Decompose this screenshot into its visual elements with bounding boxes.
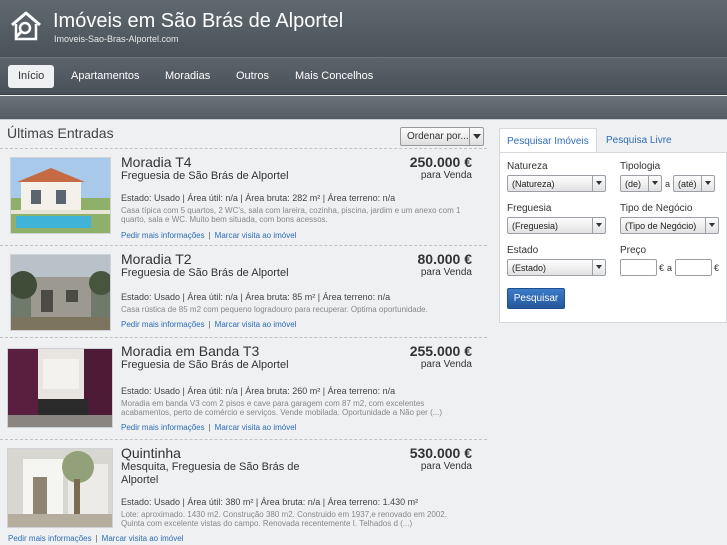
price-max-currency: € bbox=[714, 263, 720, 273]
site-title[interactable]: Imóveis em São Brás de Alportel bbox=[53, 10, 343, 33]
natureza-label: Natureza bbox=[507, 161, 548, 172]
listing-price: 530.000 € bbox=[409, 445, 472, 461]
price-min-currency: € bbox=[659, 263, 665, 273]
tipologia-to-select[interactable]: (até) bbox=[673, 175, 715, 192]
listing-parish: Mesquita, Freguesia de São Brás de Alpor… bbox=[121, 461, 300, 486]
listing-links: Pedir mais informações | Marcar visita ao … bbox=[121, 320, 296, 329]
header-band bbox=[0, 96, 727, 120]
tipologia-separator: a bbox=[665, 179, 671, 189]
listing-item: Quintinha Mesquita, Freguesia de São Brá… bbox=[0, 439, 487, 545]
tab-free-search[interactable]: Pesquisa Livre bbox=[599, 128, 679, 153]
listing-price: 250.000 € bbox=[409, 154, 472, 170]
house-search-icon[interactable] bbox=[8, 8, 44, 44]
chevron-down-icon bbox=[592, 218, 605, 233]
listing-title[interactable]: Quintinha bbox=[121, 445, 181, 461]
estado-select[interactable]: (Estado) bbox=[507, 259, 606, 276]
tipologia-label: Tipologia bbox=[620, 161, 661, 172]
chevron-down-icon bbox=[701, 176, 714, 191]
listing-deal-type: para Venda bbox=[420, 359, 472, 370]
search-panel: Pesquisar Imóveis Pesquisa Livre Naturez… bbox=[499, 128, 727, 323]
sort-dropdown[interactable]: Ordenar por... bbox=[400, 127, 484, 146]
listing-facts: Estado: Usado | Área útil: 380 m² | Área… bbox=[121, 497, 419, 507]
listing-parish: Freguesia de São Brás de Alportel bbox=[121, 170, 289, 182]
request-info-link[interactable]: Pedir mais informações bbox=[8, 534, 92, 543]
listing-links: Pedir mais informações | Marcar visita ao … bbox=[121, 231, 296, 240]
schedule-visit-link[interactable]: Marcar visita ao imóvel bbox=[215, 231, 297, 240]
site-domain: Imoveis-Sao-Bras-Alportel.com bbox=[54, 34, 179, 44]
listing-deal-type: para Venda bbox=[420, 461, 472, 472]
listing-parish: Freguesia de São Brás de Alportel bbox=[121, 359, 289, 371]
listing-title[interactable]: Moradia em Banda T3 bbox=[121, 343, 259, 359]
listing-facts: Estado: Usado | Área útil: n/a | Área br… bbox=[121, 193, 396, 203]
tipologia-from-select[interactable]: (de) bbox=[620, 175, 662, 192]
listing-links: Pedir mais informações | Marcar visita ao … bbox=[8, 534, 183, 543]
sort-label: Ordenar por... bbox=[407, 131, 469, 142]
chevron-down-icon bbox=[592, 176, 605, 191]
link-separator: | bbox=[208, 423, 211, 432]
listing-title[interactable]: Moradia T2 bbox=[121, 251, 192, 267]
request-info-link[interactable]: Pedir mais informações bbox=[121, 423, 205, 432]
link-separator: | bbox=[208, 320, 211, 329]
search-form: Natureza (Natureza) Tipologia (de) a (at… bbox=[499, 152, 727, 323]
schedule-visit-link[interactable]: Marcar visita ao imóvel bbox=[215, 320, 297, 329]
listing-title[interactable]: Moradia T4 bbox=[121, 154, 192, 170]
negocio-select[interactable]: (Tipo de Negócio) bbox=[620, 217, 719, 234]
listing-price: 80.000 € bbox=[417, 251, 473, 267]
tipologia-from-value: (de) bbox=[625, 179, 642, 189]
property-photo[interactable] bbox=[10, 157, 111, 234]
freguesia-value: (Freguesia) bbox=[512, 221, 559, 231]
estado-label: Estado bbox=[507, 245, 539, 256]
listing-item: Moradia T4 Freguesia de São Brás de Alpo… bbox=[0, 148, 487, 245]
listings-title: Últimas Entradas bbox=[7, 125, 114, 141]
preco-label: Preço bbox=[620, 245, 647, 256]
estado-value: (Estado) bbox=[512, 263, 547, 273]
request-info-link[interactable]: Pedir mais informações bbox=[121, 231, 205, 240]
listing-links: Pedir mais informações | Marcar visita ao … bbox=[121, 423, 296, 432]
listing-price: 255.000 € bbox=[409, 343, 472, 359]
search-button[interactable]: Pesquisar bbox=[507, 288, 565, 309]
schedule-visit-link[interactable]: Marcar visita ao imóvel bbox=[215, 423, 297, 432]
negocio-label: Tipo de Negócio bbox=[620, 203, 693, 214]
listing-item: Moradia em Banda T3 Freguesia de São Brá… bbox=[0, 337, 487, 439]
listing-description: Casa rústica de 85 m2 com pequeno lograd… bbox=[121, 305, 428, 314]
listing-item: Moradia T2 Freguesia de São Brás de Alpo… bbox=[0, 245, 487, 337]
schedule-visit-link[interactable]: Marcar visita ao imóvel bbox=[102, 534, 184, 543]
nav-item-outros[interactable]: Outros bbox=[226, 65, 279, 88]
site-header: Imóveis em São Brás de Alportel Imoveis-… bbox=[0, 0, 727, 57]
chevron-down-icon bbox=[648, 176, 661, 191]
listing-facts: Estado: Usado | Área útil: n/a | Área br… bbox=[121, 292, 391, 302]
price-separator: a bbox=[667, 263, 673, 273]
listing-deal-type: para Venda bbox=[420, 267, 472, 278]
main-nav: Início Apartamentos Moradias Outros Mais… bbox=[0, 57, 727, 95]
freguesia-label: Freguesia bbox=[507, 203, 552, 214]
chevron-down-icon bbox=[705, 218, 718, 233]
negocio-value: (Tipo de Negócio) bbox=[625, 221, 697, 231]
listing-description: Casa típica com 5 quartos, 2 WC's, sala … bbox=[121, 206, 461, 224]
price-max-input[interactable] bbox=[675, 259, 712, 276]
nav-item-inicio[interactable]: Início bbox=[8, 65, 55, 88]
nav-item-apartamentos[interactable]: Apartamentos bbox=[61, 65, 149, 88]
property-photo[interactable] bbox=[7, 348, 113, 428]
nav-item-moradias[interactable]: Moradias bbox=[155, 65, 220, 88]
tab-search-properties[interactable]: Pesquisar Imóveis bbox=[499, 128, 597, 153]
chevron-down-icon bbox=[592, 260, 605, 275]
nav-item-mais-concelhos[interactable]: Mais Concelhos bbox=[285, 65, 383, 88]
tipologia-to-value: (até) bbox=[678, 179, 697, 189]
listing-parish: Freguesia de São Brás de Alportel bbox=[121, 267, 289, 279]
listing-description: Moradia em banda V3 com 2 pisos e cave p… bbox=[121, 399, 443, 417]
link-separator: | bbox=[208, 231, 211, 240]
natureza-value: (Natureza) bbox=[512, 179, 555, 189]
link-separator: | bbox=[95, 534, 98, 543]
natureza-select[interactable]: (Natureza) bbox=[507, 175, 606, 192]
listing-description: Lote: aproximado. 1430 m2. Construção 38… bbox=[121, 510, 447, 528]
freguesia-select[interactable]: (Freguesia) bbox=[507, 217, 606, 234]
property-photo[interactable] bbox=[10, 254, 111, 331]
listing-facts: Estado: Usado | Área útil: n/a | Área br… bbox=[121, 386, 396, 396]
chevron-down-icon bbox=[469, 128, 483, 145]
listing-deal-type: para Venda bbox=[420, 170, 472, 181]
property-photo[interactable] bbox=[7, 448, 113, 528]
request-info-link[interactable]: Pedir mais informações bbox=[121, 320, 205, 329]
price-min-input[interactable] bbox=[620, 259, 657, 276]
